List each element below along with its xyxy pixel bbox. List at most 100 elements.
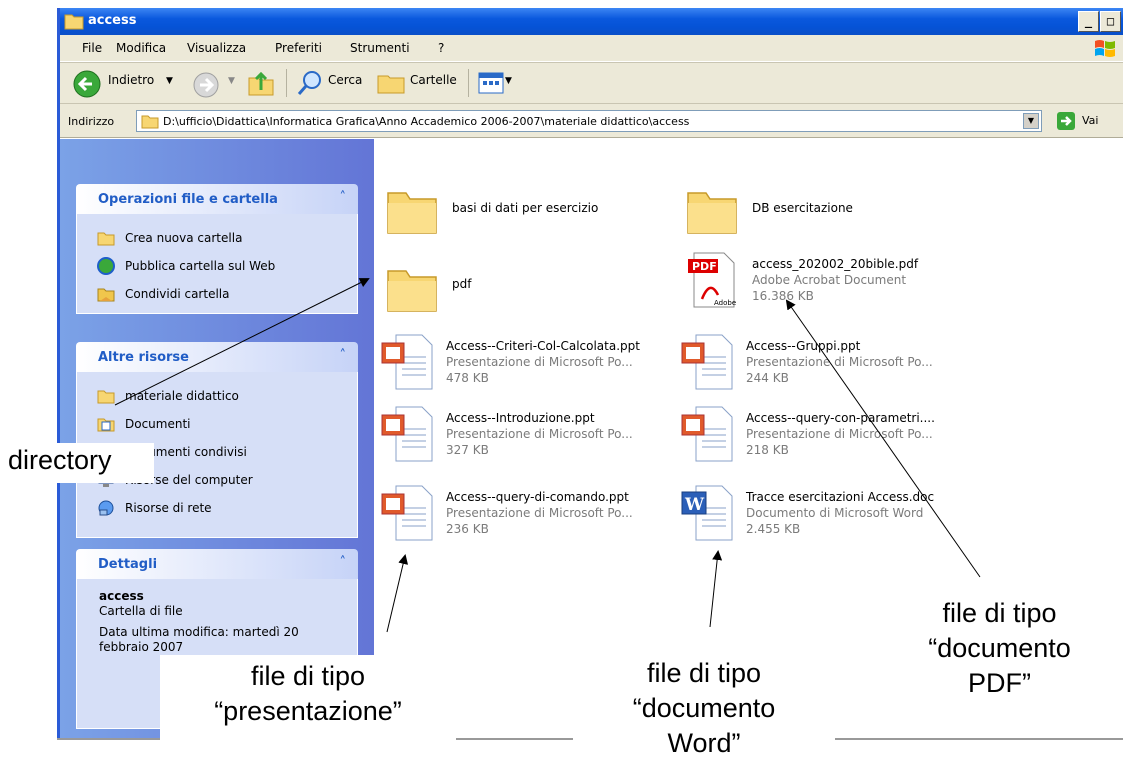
tasks-panel: Operazioni file e cartella ˄ Crea nuova c… xyxy=(76,184,358,314)
svg-text:PDF: PDF xyxy=(692,260,717,273)
place-materiale-didattico[interactable]: materiale didattico xyxy=(77,382,357,410)
word-callout: file di tipo “documento Word” xyxy=(573,652,835,776)
folder-icon xyxy=(387,270,437,312)
powerpoint-file-icon xyxy=(381,334,433,390)
powerpoint-file-icon xyxy=(681,334,733,390)
folders-icon[interactable] xyxy=(376,70,406,96)
file-name: Access--Criteri-Col-Calcolata.ppt xyxy=(446,339,640,353)
address-label: Indirizzo xyxy=(68,115,115,128)
file-type: Presentazione di Microsoft Po... xyxy=(746,427,933,441)
file-item[interactable]: pdf xyxy=(384,257,684,321)
file-name: basi di dati per esercizio xyxy=(452,201,599,215)
place-label: Documenti xyxy=(125,417,191,431)
address-bar: Indirizzo D:\ufficio\Didattica\Informati… xyxy=(60,104,1123,138)
file-item[interactable]: Access--Gruppi.ppt Presentazione di Micr… xyxy=(678,331,978,395)
details-modified: Data ultima modifica: martedì 20 febbrai… xyxy=(99,625,299,654)
back-button[interactable]: Indietro xyxy=(108,73,154,87)
powerpoint-file-icon xyxy=(381,406,433,462)
file-size: 244 KB xyxy=(746,371,789,385)
up-folder-icon[interactable] xyxy=(246,68,276,98)
menu-help[interactable]: ? xyxy=(438,41,444,55)
file-name: pdf xyxy=(452,277,472,291)
details-type: Cartella di file xyxy=(99,604,183,618)
documents-icon xyxy=(97,418,115,432)
file-item[interactable]: PDF Adobe access_202002_20bible.pdf Adobe… xyxy=(684,249,984,313)
file-size: 218 KB xyxy=(746,443,789,457)
menu-modifica[interactable]: Modifica xyxy=(116,41,166,55)
task-share-folder[interactable]: Condividi cartella xyxy=(77,280,357,308)
directory-callout: directory xyxy=(4,443,154,483)
share-folder-icon xyxy=(97,288,115,302)
file-type: Documento di Microsoft Word xyxy=(746,506,924,520)
other-places-header[interactable]: Altre risorse ˄ xyxy=(76,342,358,372)
place-label: Risorse di rete xyxy=(125,501,212,515)
forward-arrow-icon[interactable] xyxy=(192,71,220,99)
folder-icon xyxy=(97,390,115,404)
panel-title: Operazioni file e cartella xyxy=(98,192,278,207)
file-item[interactable]: basi di dati per esercizio xyxy=(384,179,684,243)
file-item[interactable]: Access--Criteri-Col-Calcolata.ppt Presen… xyxy=(378,331,678,395)
file-name: Access--Introduzione.ppt xyxy=(446,411,595,425)
menu-preferiti[interactable]: Preferiti xyxy=(275,41,322,55)
views-dropdown-icon[interactable]: ▼ xyxy=(505,76,512,86)
tasks-panel-header[interactable]: Operazioni file e cartella ˄ xyxy=(76,184,358,214)
details-header[interactable]: Dettagli ˄ xyxy=(76,549,358,579)
back-arrow-icon[interactable] xyxy=(72,69,102,99)
callout-text: file di tipo xyxy=(646,658,762,688)
file-type: Presentazione di Microsoft Po... xyxy=(446,427,633,441)
new-folder-icon xyxy=(97,232,115,246)
address-dropdown-icon[interactable]: ▼ xyxy=(1023,113,1039,129)
pdf-file-icon: PDF Adobe xyxy=(688,252,736,308)
panel-title: Altre risorse xyxy=(98,350,189,365)
search-icon[interactable] xyxy=(296,69,324,97)
other-places-panel: Altre risorse ˄ materiale didattico Docum… xyxy=(76,342,358,538)
task-publish-web[interactable]: Pubblica cartella sul Web xyxy=(77,252,357,280)
windows-logo-icon xyxy=(1095,40,1115,57)
callout-text: directory xyxy=(8,445,112,475)
task-label: Condividi cartella xyxy=(125,287,230,301)
callout-text: “documento xyxy=(632,693,776,723)
svg-text:Adobe: Adobe xyxy=(714,299,736,307)
file-item[interactable]: Access--query-di-comando.ppt Presentazio… xyxy=(378,482,678,546)
file-item[interactable]: Access--Introduzione.ppt Presentazione d… xyxy=(378,403,678,467)
place-risorse-rete[interactable]: Risorse di rete xyxy=(77,494,357,522)
presentation-callout: file di tipo “presentazione” xyxy=(160,655,456,745)
file-item[interactable]: W Tracce esercitazioni Access.doc Docume… xyxy=(678,482,978,546)
callout-text: file di tipo xyxy=(942,598,1057,628)
go-button[interactable]: Vai xyxy=(1056,111,1120,131)
collapse-icon[interactable]: ˄ xyxy=(340,190,347,205)
menu-visualizza[interactable]: Visualizza xyxy=(187,41,246,55)
powerpoint-file-icon xyxy=(681,406,733,462)
file-type: Presentazione di Microsoft Po... xyxy=(446,506,633,520)
callout-text: “documento xyxy=(928,633,1071,663)
network-icon xyxy=(98,500,114,516)
callout-text: Word” xyxy=(667,728,741,758)
minimize-button[interactable]: _ xyxy=(1078,11,1099,32)
folders-button[interactable]: Cartelle xyxy=(410,73,457,87)
title-bar[interactable]: access _ □ xyxy=(60,8,1123,35)
collapse-icon[interactable]: ˄ xyxy=(340,555,347,570)
forward-dropdown-icon[interactable]: ▼ xyxy=(228,76,235,86)
file-item[interactable]: Access--query-con-parametri.... Presenta… xyxy=(678,403,978,467)
pdf-callout: file di tipo “documento PDF” xyxy=(876,592,1123,716)
collapse-icon[interactable]: ˄ xyxy=(340,348,347,363)
address-path: D:\ufficio\Didattica\Informatica Grafica… xyxy=(163,115,690,128)
place-documenti[interactable]: Documenti xyxy=(77,410,357,438)
menu-file[interactable]: File xyxy=(82,41,102,55)
task-label: Crea nuova cartella xyxy=(125,231,243,245)
maximize-button[interactable]: □ xyxy=(1100,11,1121,32)
task-new-folder[interactable]: Crea nuova cartella xyxy=(77,224,357,252)
back-dropdown-icon[interactable]: ▼ xyxy=(166,76,173,86)
file-size: 2.455 KB xyxy=(746,522,801,536)
search-button[interactable]: Cerca xyxy=(328,73,362,87)
file-name: Access--Gruppi.ppt xyxy=(746,339,861,353)
svg-text:W: W xyxy=(684,495,705,515)
views-icon[interactable] xyxy=(478,71,504,95)
menu-strumenti[interactable]: Strumenti xyxy=(350,41,410,55)
address-input[interactable]: D:\ufficio\Didattica\Informatica Grafica… xyxy=(136,110,1042,132)
file-item[interactable]: DB esercitazione xyxy=(684,179,984,243)
toolbar: Indietro ▼ ▼ Cerca Cartelle ▼ xyxy=(60,62,1123,104)
folder-icon xyxy=(64,14,84,30)
file-size: 478 KB xyxy=(446,371,489,385)
file-size: 16.386 KB xyxy=(752,289,814,303)
